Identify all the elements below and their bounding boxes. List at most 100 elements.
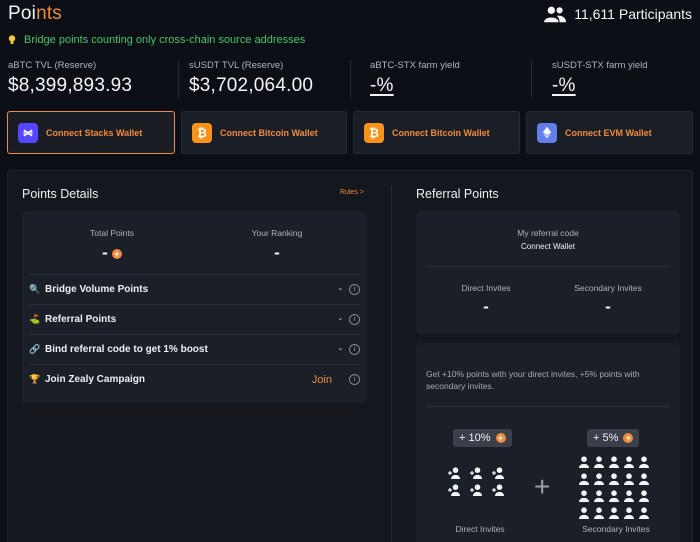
stat-label: sUSDT-STX farm yield [552, 60, 648, 71]
ranking-value: - [274, 243, 280, 262]
bitcoin-icon: ₿ [364, 122, 384, 143]
points-plus-icon: + [111, 248, 122, 259]
stat-divider [178, 60, 179, 98]
add-person-icon [492, 484, 504, 496]
direct-invites-graphic [448, 467, 504, 496]
direct-invites-caption: Direct Invites [455, 524, 505, 534]
connect-evm-wallet-button[interactable]: Connect EVM Wallet [526, 111, 693, 154]
rules-link[interactable]: Rules > [340, 189, 364, 196]
person-icon [594, 473, 604, 485]
title-main: Poi [8, 3, 37, 24]
connect-bitcoin-wallet-button-2[interactable]: ₿ Connect Bitcoin Wallet [353, 111, 520, 154]
stat-label: sUSDT TVL (Reserve) [189, 60, 284, 71]
row-text: Bridge Volume Points [45, 284, 149, 295]
add-person-icon [448, 484, 460, 496]
connect-stacks-wallet-button[interactable]: Connect Stacks Wallet [7, 111, 175, 154]
add-person-icon [470, 467, 482, 479]
referral-code-label: My referral code [517, 228, 579, 238]
direct-bonus-badge: + 10% + [453, 429, 512, 447]
person-icon [609, 490, 619, 502]
secondary-invites-caption: Secondary Invites [582, 524, 650, 534]
secondary-invites-graphic [578, 456, 650, 519]
row-value: - [338, 284, 342, 295]
referral-points-title: Referral Points [416, 187, 499, 201]
flag-icon: ⛳ [29, 314, 41, 324]
person-icon [639, 473, 649, 485]
person-icon [624, 507, 634, 519]
participants-count: 11,611 Participants [544, 5, 692, 23]
person-icon [579, 507, 589, 519]
person-icon [609, 456, 619, 468]
direct-invites-value: - [483, 297, 489, 316]
person-icon [639, 456, 649, 468]
person-icon [594, 507, 604, 519]
page-header: Points 11,611 Participants [8, 3, 692, 29]
join-zealy-button[interactable]: Join [312, 374, 332, 386]
row-label: 🔍 Bridge Volume Points [29, 284, 149, 295]
secondary-bonus-badge: + 5% + [587, 429, 640, 447]
row-text: Referral Points [45, 314, 117, 325]
stat-value: $3,702,064.00 [189, 75, 314, 96]
ethereum-icon [537, 122, 557, 143]
person-icon [609, 507, 619, 519]
link-icon: 🔗 [29, 344, 41, 354]
row-label: ⛳ Referral Points [29, 314, 117, 325]
stacks-icon [18, 122, 38, 143]
participants-label: 11,611 Participants [574, 6, 692, 22]
stat-susdt-tvl: sUSDT TVL (Reserve) $3,702,064.00 [189, 60, 313, 100]
referral-description: Get +10% points with your direct invites… [426, 369, 640, 391]
add-person-icon [492, 467, 504, 479]
row-referral-points: ⛳ Referral Points - i [29, 304, 360, 334]
person-icon [639, 507, 649, 519]
referral-card: My referral code Connect Wallet Direct I… [416, 211, 680, 334]
add-person-icon [448, 467, 460, 479]
person-icon [579, 473, 589, 485]
stat-abtc-tvl: aBTC TVL (Reserve) $8,399,893.93 [8, 60, 132, 100]
notice-text: Bridge points counting only cross-chain … [24, 34, 306, 46]
add-person-icon [470, 484, 482, 496]
magnifier-icon: 🔍 [29, 284, 41, 294]
row-bridge-volume-points: 🔍 Bridge Volume Points - i [29, 274, 360, 304]
row-value: - [338, 344, 342, 355]
trophy-icon: 🏆 [29, 374, 41, 384]
direct-bonus-text: + 10% [459, 432, 491, 444]
person-icon [579, 490, 589, 502]
person-icon [624, 490, 634, 502]
wallet-label: Connect Stacks Wallet [46, 127, 143, 138]
row-label: 🏆 Join Zealy Campaign [29, 374, 146, 385]
info-icon[interactable]: i [349, 314, 360, 325]
lightbulb-icon [8, 35, 16, 44]
info-icon[interactable]: i [349, 284, 360, 295]
person-icon [624, 473, 634, 485]
panel-divider [391, 185, 392, 542]
total-points-label: Total Points [90, 228, 134, 238]
connect-bitcoin-wallet-button[interactable]: ₿ Connect Bitcoin Wallet [181, 111, 347, 154]
secondary-bonus-text: + 5% [593, 432, 619, 444]
points-details-title: Points Details [22, 187, 99, 201]
bonus-plus-icon: + [623, 433, 634, 443]
person-icon [594, 456, 604, 468]
info-icon[interactable]: i [349, 374, 360, 385]
row-text: Join Zealy Campaign [45, 374, 146, 385]
stat-label: aBTC TVL (Reserve) [8, 60, 97, 71]
stat-value: $8,399,893.93 [8, 75, 133, 96]
wallet-buttons: Connect Stacks Wallet ₿ Connect Bitcoin … [0, 111, 700, 156]
wallet-label: Connect Bitcoin Wallet [392, 127, 490, 138]
secondary-invites-label: Secondary Invites [574, 283, 642, 293]
points-panel: Points Details Rules > Total Points - + Y… [7, 170, 693, 542]
wallet-label: Connect EVM Wallet [565, 127, 652, 138]
bonus-plus-icon: + [495, 433, 506, 443]
title-accent: nts [36, 3, 63, 24]
info-icon[interactable]: i [349, 344, 360, 355]
ranking-label: Your Ranking [251, 228, 303, 238]
stat-label: aBTC-STX farm yield [370, 60, 460, 71]
notice-banner: Bridge points counting only cross-chain … [8, 34, 305, 46]
row-label: 🔗 Bind referral code to get 1% boost [29, 344, 207, 355]
referral-connect-wallet[interactable]: Connect Wallet [498, 242, 598, 251]
secondary-invites-value: - [605, 297, 611, 316]
bitcoin-icon: ₿ [192, 122, 212, 143]
row-value: - [338, 314, 342, 325]
stat-abtc-stx-yield: aBTC-STX farm yield -% [370, 60, 460, 100]
referral-info-divider [426, 406, 670, 407]
person-icon [579, 456, 589, 468]
